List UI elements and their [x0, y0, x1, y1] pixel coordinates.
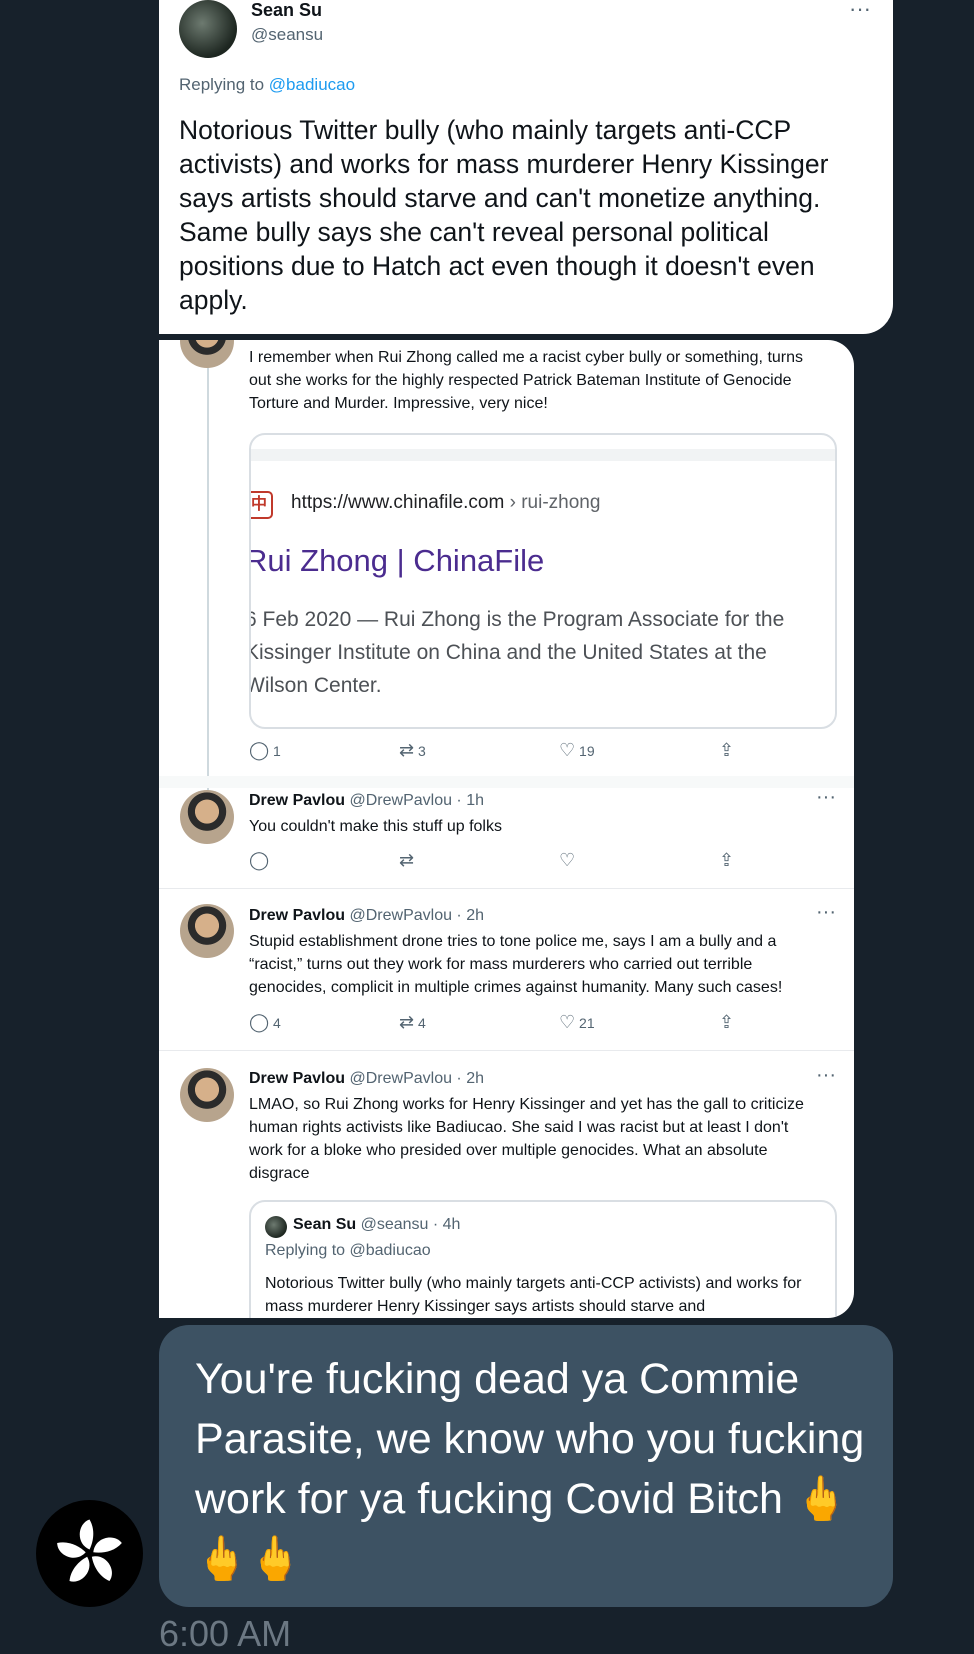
more-options-icon[interactable]: ··· — [849, 0, 871, 22]
twitter-thread-screenshot: I remember when Rui Zhong called me a ra… — [159, 340, 854, 1318]
retweet-button[interactable]: ⇄ 4 — [399, 1012, 426, 1033]
quoted-text: Notorious Twitter bully (who mainly targ… — [265, 1275, 802, 1315]
share-icon[interactable]: ⇪ — [719, 740, 734, 761]
tweet-text: You couldn't make this stuff up folks — [249, 818, 502, 835]
reply-count: 1 — [273, 743, 281, 759]
author-name[interactable]: Sean Su — [251, 0, 322, 21]
message-timestamp: 6:00 AM — [159, 1613, 292, 1654]
tweet-text: LMAO, so Rui Zhong works for Henry Kissi… — [249, 1096, 804, 1182]
author-handle[interactable]: @seansu — [251, 25, 323, 45]
retweet-count: 4 — [417, 1015, 426, 1031]
reply-icon[interactable]: ◯ — [249, 850, 269, 871]
divider — [159, 888, 854, 889]
avatar[interactable] — [180, 790, 234, 844]
top-tweet-card: Sean Su @seansu ··· Replying to @badiuca… — [159, 0, 893, 334]
heart-icon: ♡ — [559, 1012, 576, 1032]
like-button[interactable]: ♡ 19 — [559, 740, 595, 761]
retweet-button[interactable]: ⇄ 3 — [399, 740, 426, 761]
retweet-count: 3 — [417, 743, 426, 759]
more-options-icon[interactable]: ··· — [816, 1064, 836, 1087]
more-options-icon[interactable]: ··· — [816, 901, 836, 924]
preview-title[interactable]: Rui Zhong | ChinaFile — [251, 543, 544, 579]
sender-avatar[interactable] — [36, 1500, 143, 1607]
author-name: Sean Su — [293, 1216, 357, 1233]
preview-header-strip — [251, 449, 835, 461]
like-count: 21 — [579, 1015, 595, 1031]
avatar[interactable] — [180, 340, 234, 368]
author-handle-time[interactable]: @DrewPavlou · 1h — [349, 792, 484, 809]
replying-handle-link[interactable]: @badiucao — [269, 75, 355, 94]
heart-icon[interactable]: ♡ — [559, 850, 575, 871]
reply-button[interactable]: ◯ 1 — [249, 740, 281, 761]
quoted-tweet[interactable]: Sean Su @seansu · 4h Replying to @badiuc… — [249, 1200, 837, 1318]
chat-message-bubble[interactable]: You're fucking dead ya Commie Parasite, … — [159, 1325, 893, 1607]
avatar[interactable] — [179, 0, 237, 58]
tweet-text: I remember when Rui Zhong called me a ra… — [249, 349, 804, 412]
thread-line — [207, 360, 209, 800]
replying-prefix: Replying to — [179, 75, 265, 94]
retweet-icon[interactable]: ⇄ — [399, 850, 414, 871]
divider — [159, 1050, 854, 1051]
like-count: 19 — [579, 743, 595, 759]
author-name[interactable]: Drew Pavlou — [249, 1070, 345, 1087]
avatar[interactable] — [180, 1068, 234, 1122]
replying-to: Replying to @badiucao — [265, 1242, 431, 1259]
preview-url-domain: https://www.chinafile.com — [291, 492, 505, 513]
reply-count: 4 — [273, 1015, 281, 1031]
tweet-actions: ◯ ⇄ ♡ ⇪ — [249, 850, 829, 874]
retweet-icon: ⇄ — [399, 1012, 415, 1032]
reply-icon: ◯ — [249, 740, 270, 760]
more-options-icon[interactable]: ··· — [816, 786, 836, 809]
avatar[interactable] — [180, 904, 234, 958]
tweet-actions: ◯ 4 ⇄ 4 ♡ 21 ⇪ — [249, 1012, 829, 1036]
divider — [159, 776, 854, 788]
heart-icon: ♡ — [559, 740, 576, 760]
tweet-header: Drew Pavlou @DrewPavlou · 2h — [249, 1070, 484, 1088]
tweet-text: Stupid establishment drone tries to tone… — [249, 933, 783, 996]
tweet-text: Notorious Twitter bully (who mainly targ… — [179, 115, 829, 315]
favicon-icon: 中 — [251, 491, 273, 519]
tweet-header: Drew Pavlou @DrewPavlou · 1h — [249, 792, 484, 810]
tweet-actions: ◯ 1 ⇄ 3 ♡ 19 ⇪ — [249, 740, 829, 764]
author-handle-time: @seansu · 4h — [360, 1216, 461, 1233]
preview-url-path: › rui-zhong — [509, 492, 601, 513]
share-icon[interactable]: ⇪ — [719, 1012, 734, 1033]
reply-button[interactable]: ◯ 4 — [249, 1012, 281, 1033]
tweet-header: Drew Pavlou @DrewPavlou · 2h — [249, 907, 484, 925]
author-name[interactable]: Drew Pavlou — [249, 907, 345, 924]
link-preview-card[interactable]: 中 https://www.chinafile.com › rui-zhong … — [249, 433, 837, 729]
author-name[interactable]: Drew Pavlou — [249, 792, 345, 809]
preview-url[interactable]: https://www.chinafile.com › rui-zhong — [291, 492, 600, 514]
author-handle-time[interactable]: @DrewPavlou · 2h — [349, 907, 484, 924]
reply-icon: ◯ — [249, 1012, 270, 1032]
replying-to: Replying to @badiucao — [179, 75, 355, 95]
preview-snippet: 6 Feb 2020 — Rui Zhong is the Program As… — [249, 608, 785, 697]
message-text: You're fucking dead ya Commie Parasite, … — [195, 1355, 865, 1583]
kebab-menu-icon[interactable]: ⋮ — [829, 488, 835, 515]
bauhinia-flag-icon — [57, 1519, 122, 1582]
retweet-icon: ⇄ — [399, 740, 415, 760]
avatar — [265, 1216, 287, 1238]
author-handle-time[interactable]: @DrewPavlou · 2h — [349, 1070, 484, 1087]
share-icon[interactable]: ⇪ — [719, 850, 734, 871]
quoted-header: Sean Su @seansu · 4h — [293, 1216, 460, 1234]
like-button[interactable]: ♡ 21 — [559, 1012, 595, 1033]
